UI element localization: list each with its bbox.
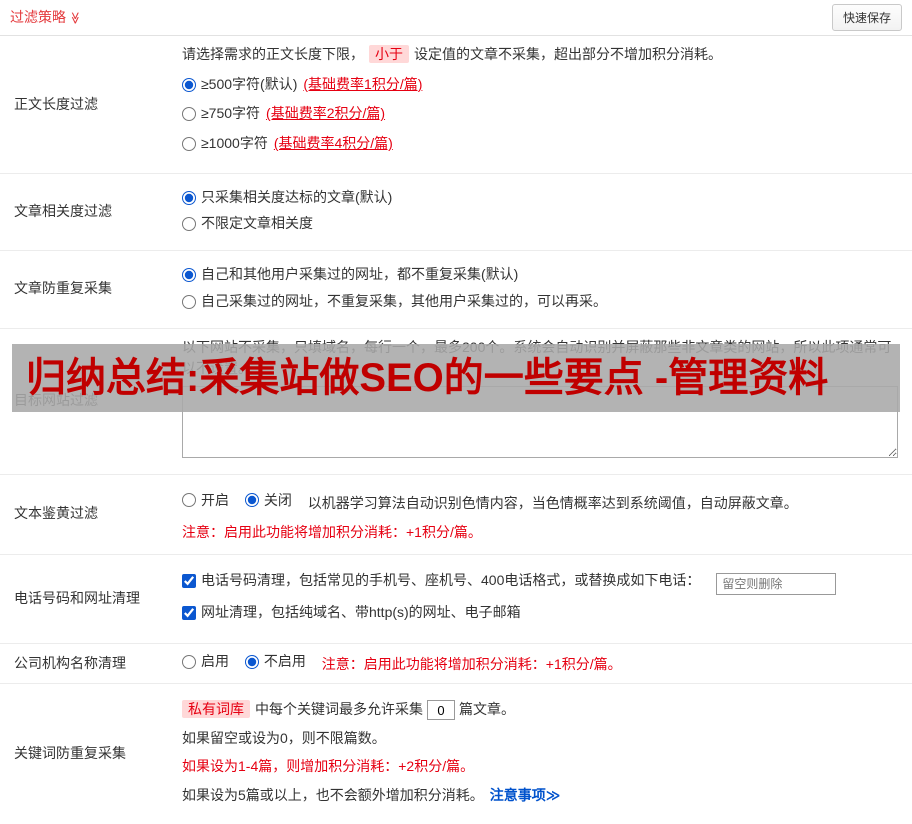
length-750-text: ≥750字符 [201,105,261,122]
url-clean-checkbox[interactable] [182,605,196,620]
relevance-any-radio[interactable] [182,217,196,232]
porn-filter-off-text: 关闭 [263,491,292,508]
length-750-option[interactable]: ≥750字符 (基础费率2积分/篇) [182,103,898,125]
row-content-length-filter: 正文长度过滤 请选择需求的正文长度下限， 小于 设定值的文章不采集，超出部分不增加积… [0,36,912,174]
phone-url-clean-content: 电话号码清理，包括常见的手机号、座机号、400电话格式，或替换成如下电话： 网址… [170,555,912,644]
relevance-strict-option[interactable]: 只采集相关度达标的文章(默认) [182,187,898,209]
keyword-dedup-label: 关键词防重复采集 [14,744,126,761]
keyword-limit-suffix: 篇文章。 [459,700,515,717]
relevance-any-option[interactable]: 不限定文章相关度 [182,213,898,235]
content-length-options: 请选择需求的正文长度下限， 小于 设定值的文章不采集，超出部分不增加积分消耗。 ≥5… [170,36,912,173]
keyword-dedup-content: 私有词库中每个关键词最多允许采集 篇文章。 如果留空或设为0，则不限篇数。 如果设… [170,684,912,824]
relevance-strict-radio[interactable] [182,190,196,205]
row-company-clean: 公司机构名称清理 启用 不启用 注意：启用此功能将增加积分消耗：+1积分/篇。 [0,644,912,684]
quick-save-button[interactable]: 快速保存 [831,4,902,31]
length-500-radio[interactable] [182,77,196,92]
notice-link[interactable]: 注意事项≫ [490,787,561,803]
company-clean-off-option[interactable]: 不启用 [244,651,306,673]
porn-filter-off-radio[interactable] [244,493,259,508]
url-clean-text: 网址清理，包括纯域名、带http(s)的网址、电子邮箱 [201,603,521,620]
row-keyword-dedup: 关键词防重复采集 私有词库中每个关键词最多允许采集 篇文章。 如果留空或设为0，则… [0,684,912,824]
relevance-strict-text: 只采集相关度达标的文章(默认) [201,188,393,205]
company-clean-on-text: 启用 [201,653,229,670]
intro-text-post: 设定值的文章不采集，超出部分不增加积分消耗。 [414,46,722,62]
length-500-cost-note: (基础费率1积分/篇) [303,75,423,92]
dedup-self-radio[interactable] [182,294,196,309]
url-clean-option[interactable]: 网址清理，包括纯域名、带http(s)的网址、电子邮箱 [182,602,521,624]
row-relevance-filter: 文章相关度过滤 只采集相关度达标的文章(默认) 不限定文章相关度 [0,174,912,252]
phone-url-clean-label: 电话号码和网址清理 [14,590,140,607]
row-site-exclude: 目标网站过滤 以下网站不采集，只填域名，每行一个，最多200个。系统会自动识别并… [0,329,912,475]
relevance-options: 只采集相关度达标的文章(默认) 不限定文章相关度 [170,174,912,250]
page-title[interactable]: 过滤策略 ≫ [10,7,82,29]
porn-filter-options-line: 开启 关闭 以机器学习算法自动识别色情内容，当色情概率达到系统阈值，自动屏蔽文章… [182,490,898,515]
porn-filter-on-text: 开启 [201,491,229,508]
phone-clean-option[interactable]: 电话号码清理，包括常见的手机号、座机号、400电话格式，或替换成如下电话： [182,570,700,592]
dedup-global-option[interactable]: 自己和其他用户采集过的网址，都不重复采集(默认) [182,264,898,286]
porn-filter-label: 文本鉴黄过滤 [14,505,98,522]
company-clean-cost-note: 注意：启用此功能将增加积分消耗：+1积分/篇。 [321,656,622,673]
intro-text-pre: 请选择需求的正文长度下限， [182,46,364,62]
length-500-option[interactable]: ≥500字符(默认) (基础费率1积分/篇) [182,74,898,96]
length-1000-radio[interactable] [182,136,196,151]
relevance-label: 文章相关度过滤 [14,203,112,220]
dedup-global-text: 自己和其他用户采集过的网址，都不重复采集(默认) [201,266,519,283]
porn-filter-off-option[interactable]: 关闭 [244,490,292,512]
dedup-self-option[interactable]: 自己采集过的网址，不重复采集，其他用户采集过的，可以再采。 [182,291,898,313]
site-exclude-desc: 以下网站不采集，只填域名，每行一个，最多200个。系统会自动识别并屏蔽那些非文章… [182,338,892,377]
site-exclude-textarea[interactable] [182,385,898,458]
keyword-rule-five-text: 如果设为5篇或以上，也不会额外增加积分消耗。 [182,786,484,803]
row-dedup-collect: 文章防重复采集 自己和其他用户采集过的网址，都不重复采集(默认) 自己采集过的网… [0,251,912,329]
porn-filter-cost-note: 注意：启用此功能将增加积分消耗：+1积分/篇。 [182,524,482,541]
company-clean-content: 启用 不启用 注意：启用此功能将增加积分消耗：+1积分/篇。 [170,644,912,683]
company-clean-on-radio[interactable] [182,655,196,670]
phone-clean-line: 电话号码清理，包括常见的手机号、座机号、400电话格式，或替换成如下电话： [182,570,898,595]
company-clean-label: 公司机构名称清理 [14,654,126,671]
porn-filter-on-option[interactable]: 开启 [182,490,229,512]
site-exclude-content: 以下网站不采集，只填域名，每行一个，最多200个。系统会自动识别并屏蔽那些非文章… [170,329,912,474]
length-500-text: ≥500字符(默认) [201,75,298,92]
filter-strategy-page: 过滤策略 ≫ 快速保存 正文长度过滤 请选择需求的正文长度下限， 小于 设定值的文章… [0,0,912,824]
porn-filter-on-radio[interactable] [182,493,196,508]
dedup-self-text: 自己采集过的网址，不重复采集，其他用户采集过的，可以再采。 [201,292,607,309]
company-clean-on-option[interactable]: 启用 [182,651,229,673]
porn-filter-desc: 以机器学习算法自动识别色情内容，当色情概率达到系统阈值，自动屏蔽文章。 [307,494,798,511]
keyword-limit-text: 中每个关键词最多允许采集 [255,700,423,717]
keyword-rule-five: 如果设为5篇或以上，也不会额外增加积分消耗。 注意事项≫ [182,785,898,807]
phone-clean-checkbox[interactable] [182,573,196,588]
content-length-label: 正文长度过滤 [14,95,98,112]
page-title-text: 过滤策略 [10,8,66,25]
site-exclude-label: 目标网站过滤 [14,392,98,409]
content-length-intro: 请选择需求的正文长度下限， 小于 设定值的文章不采集，超出部分不增加积分消耗。 [182,44,898,66]
chevron-down-icon: ≫ [68,11,83,24]
length-750-radio[interactable] [182,107,196,122]
keyword-limit-line: 私有词库中每个关键词最多允许采集 篇文章。 [182,699,898,721]
row-porn-filter: 文本鉴黄过滤 开启 关闭 以机器学习算法自动识别色情内容，当色情概率达到系统阈值… [0,475,912,555]
settings-form: 正文长度过滤 请选择需求的正文长度下限， 小于 设定值的文章不采集，超出部分不增加积… [0,36,912,824]
url-clean-line: 网址清理，包括纯域名、带http(s)的网址、电子邮箱 [182,602,898,627]
private-lexicon-highlight: 私有词库 [182,699,250,718]
row-phone-url-clean: 电话号码和网址清理 电话号码清理，包括常见的手机号、座机号、400电话格式，或替… [0,555,912,645]
keyword-limit-input[interactable] [427,700,455,721]
intro-highlight-lessthan: 小于 [369,45,409,63]
company-clean-off-radio[interactable] [244,655,259,670]
replacement-phone-input[interactable] [716,572,837,595]
length-1000-option[interactable]: ≥1000字符 (基础费率4积分/篇) [182,133,898,155]
company-clean-off-text: 不启用 [263,653,306,670]
porn-filter-content: 开启 关闭 以机器学习算法自动识别色情内容，当色情概率达到系统阈值，自动屏蔽文章… [170,475,912,554]
dedup-global-radio[interactable] [182,267,196,282]
relevance-any-text: 不限定文章相关度 [201,215,313,232]
dedup-options: 自己和其他用户采集过的网址，都不重复采集(默认) 自己采集过的网址，不重复采集，… [170,251,912,327]
length-1000-text: ≥1000字符 [201,135,268,152]
keyword-rule-cost: 如果设为1-4篇，则增加积分消耗：+2积分/篇。 [182,758,475,775]
dedup-label: 文章防重复采集 [14,280,112,297]
length-750-cost-note: (基础费率2积分/篇) [266,105,386,122]
topbar: 过滤策略 ≫ 快速保存 [0,0,912,36]
phone-clean-text: 电话号码清理，包括常见的手机号、座机号、400电话格式，或替换成如下电话： [201,571,701,588]
length-1000-cost-note: (基础费率4积分/篇) [273,135,393,152]
keyword-rule-zero: 如果留空或设为0，则不限篇数。 [182,729,386,746]
